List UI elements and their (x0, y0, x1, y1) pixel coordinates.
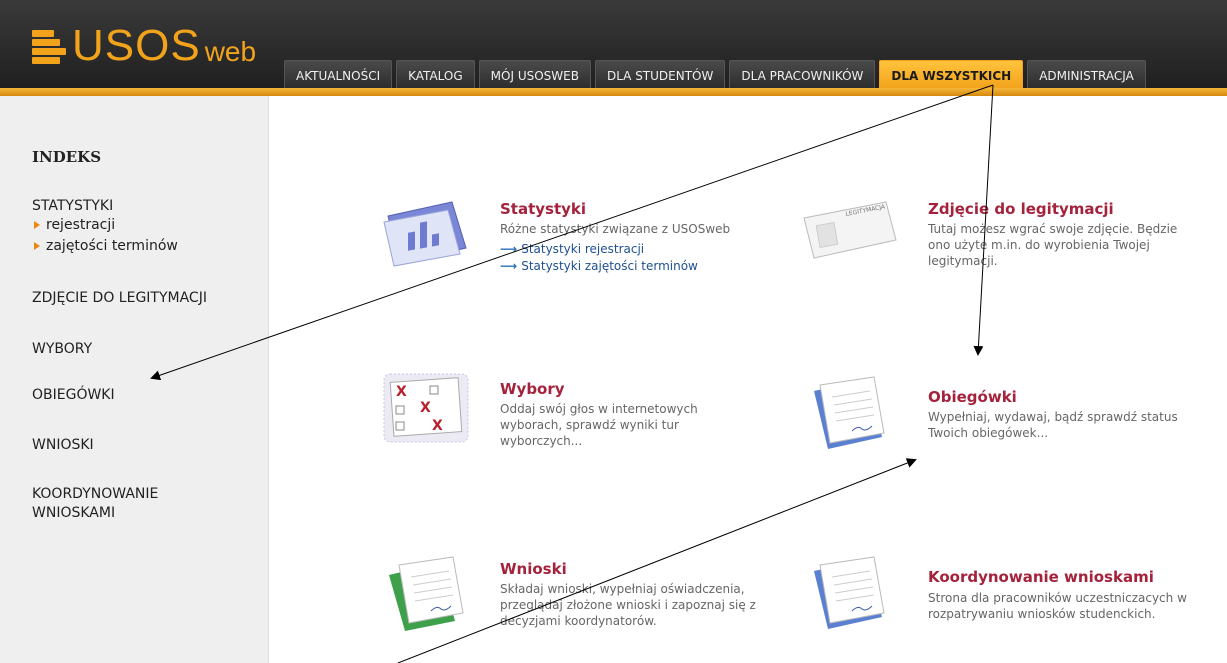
sidebar-item-label: WNIOSKAMI (32, 505, 116, 521)
link-statystyki-zajetosci[interactable]: ⟶ Statystyki zajętości terminów (500, 259, 698, 273)
tab-moj-usosweb[interactable]: MÓJ USOSWEB (478, 60, 591, 89)
sidebar-subitem-rejestracji[interactable]: rejestracji (34, 217, 115, 233)
usosweb-logo[interactable]: USOS web (32, 22, 256, 70)
sidebar-subitem-label: zajętości terminów (46, 238, 178, 254)
tile-desc-obiegowki: Wypełniaj, wydawaj, bądź sprawdź status … (928, 410, 1178, 440)
logo-usos-text: USOS (72, 21, 201, 70)
ballot-icon[interactable]: X X X (380, 368, 472, 448)
arrow-to-obiegowki-icon (973, 84, 994, 356)
sidebar-item-label: KOORDYNOWANIE (32, 486, 159, 502)
tile-desc-statystyki: Różne statystyki związane z USOSweb (500, 222, 731, 236)
tile-title-wybory[interactable]: Wybory (500, 380, 565, 398)
sidebar-item-wnioski[interactable]: WNIOSKI (32, 436, 94, 455)
bullet-icon (34, 242, 40, 250)
main-nav-tabs: AKTUALNOŚCI KATALOG MÓJ USOSWEB DLA STUD… (284, 60, 1146, 89)
id-card-icon[interactable]: LEGITYMACJA (800, 200, 900, 260)
arrow-right-icon: ⟶ (500, 259, 518, 273)
sidebar-item-koordynowanie[interactable]: KOORDYNOWANIE WNIOSKAMI (32, 485, 158, 523)
arrow-right-icon: ⟶ (500, 242, 518, 256)
sidebar-item-statystyki[interactable]: STATYSTYKI (32, 197, 113, 216)
svg-text:X: X (396, 384, 407, 400)
sidebar-subitem-label: rejestracji (46, 217, 116, 233)
header: USOS web AKTUALNOŚCI KATALOG MÓJ USOSWEB… (0, 0, 1227, 90)
documents-green-icon[interactable] (385, 555, 469, 631)
tile-desc-wybory: Oddaj swój głos w internetowych wyborach… (500, 402, 698, 448)
link-label: Statystyki zajętości terminów (521, 259, 698, 273)
sidebar-subitem-zajetosci[interactable]: zajętości terminów (34, 238, 178, 254)
sidebar-item-zdjecie[interactable]: ZDJĘCIE DO LEGITYMACJI (32, 289, 207, 308)
tile-title-zdjecie[interactable]: Zdjęcie do legitymacji (928, 200, 1114, 218)
tab-administracja[interactable]: ADMINISTRACJA (1027, 60, 1146, 89)
svg-text:X: X (432, 418, 443, 434)
tile-title-koordynowanie[interactable]: Koordynowanie wnioskami (928, 568, 1154, 586)
tile-desc-zdjecie: Tutaj możesz wgrać swoje zdjęcie. Będzie… (928, 222, 1178, 268)
tile-desc-wnioski: Składaj wnioski, wypełniaj oświadczenia,… (500, 582, 756, 628)
sidebar-item-obiegowki[interactable]: OBIEGÓWKI (32, 386, 115, 405)
documents-coordination-icon[interactable] (808, 555, 892, 631)
svg-text:X: X (420, 400, 431, 416)
tab-dla-wszystkich[interactable]: DLA WSZYSTKICH (879, 60, 1024, 89)
logo-mark-icon (32, 26, 66, 66)
tile-title-obiegowki[interactable]: Obiegówki (928, 388, 1017, 406)
documents-icon[interactable] (808, 375, 892, 451)
tab-aktualnosci[interactable]: AKTUALNOŚCI (284, 60, 393, 89)
tab-dla-pracownikow[interactable]: DLA PRACOWNIKÓW (729, 60, 876, 89)
tile-title-wnioski[interactable]: Wnioski (500, 560, 567, 578)
header-accent-bar (0, 88, 1227, 96)
sidebar-item-wybory[interactable]: WYBORY (32, 340, 92, 359)
sidebar-heading-indeks[interactable]: INDEKS (32, 148, 101, 166)
tile-desc-koordynowanie: Strona dla pracowników uczestniczacych w… (928, 591, 1187, 621)
tile-title-statystyki[interactable]: Statystyki (500, 200, 586, 218)
statistics-chart-icon[interactable] (378, 198, 472, 268)
tab-dla-studentow[interactable]: DLA STUDENTÓW (594, 60, 726, 89)
sidebar: INDEKS STATYSTYKI rejestracji zajętości … (0, 96, 269, 663)
bullet-icon (34, 221, 40, 229)
link-label: Statystyki rejestracji (521, 242, 645, 256)
link-statystyki-rejestracji[interactable]: ⟶ Statystyki rejestracji (500, 242, 644, 256)
logo-web-text: web (204, 36, 257, 67)
tab-katalog[interactable]: KATALOG (396, 60, 475, 89)
